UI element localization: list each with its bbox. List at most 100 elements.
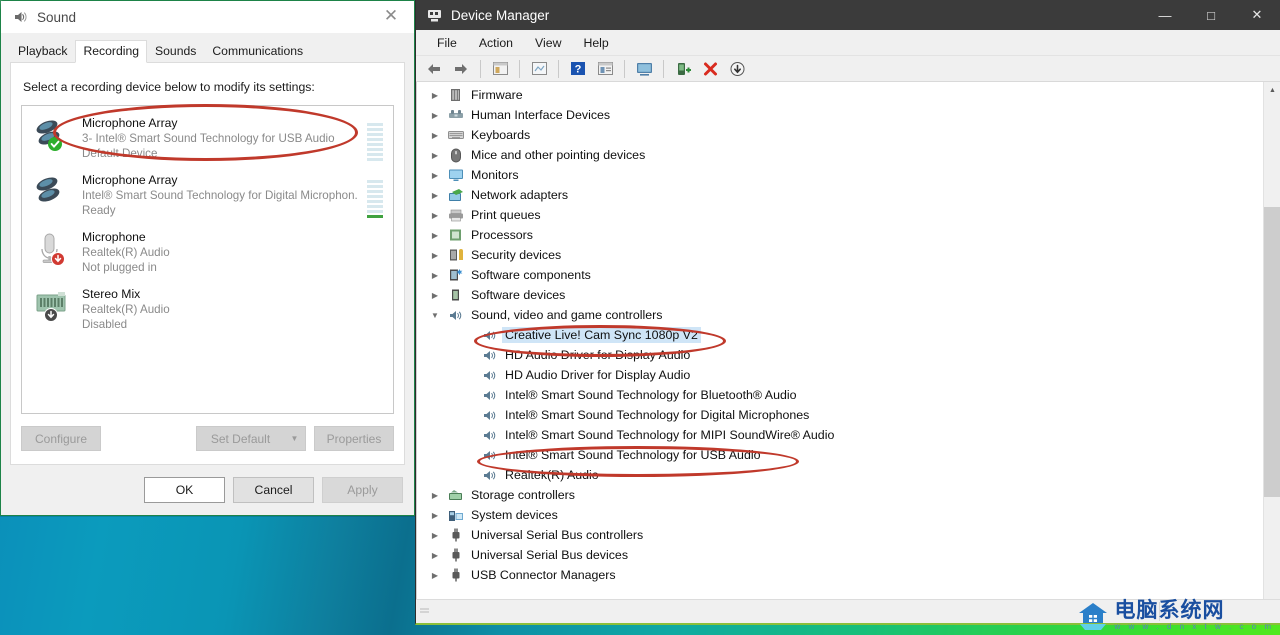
chevron-right-icon[interactable]: ▶: [429, 205, 441, 225]
tree-item-universal-serial-bus-controllers[interactable]: ▶ Universal Serial Bus controllers: [417, 525, 1263, 545]
chevron-right-icon[interactable]: ▶: [429, 145, 441, 165]
chevron-right-icon[interactable]: ▶: [429, 485, 441, 505]
window-controls: — □ ✕: [1142, 0, 1280, 30]
tree-item-firmware[interactable]: ▶ Firmware: [417, 85, 1263, 105]
tree-item-hd-audio-driver-for-display-audio-1[interactable]: HD Audio Driver for Display Audio: [417, 345, 1263, 365]
toolbar-separator: [558, 59, 559, 78]
chevron-down-icon[interactable]: ▼: [429, 305, 441, 325]
device-text: Microphone Array 3- Intel® Smart Sound T…: [82, 114, 367, 161]
chevron-right-icon[interactable]: ▶: [429, 105, 441, 125]
recording-device-list[interactable]: Microphone Array 3- Intel® Smart Sound T…: [21, 105, 394, 414]
device-status: Disabled: [82, 318, 128, 331]
help-icon[interactable]: ?: [566, 58, 590, 80]
tree-item-system-devices[interactable]: ▶ System devices: [417, 505, 1263, 525]
device-manager-icon: [426, 7, 443, 24]
chevron-right-icon[interactable]: ▶: [429, 225, 441, 245]
tree-item-realtek-audio[interactable]: Realtek(R) Audio: [417, 465, 1263, 485]
tree-item-processors[interactable]: ▶ Processors: [417, 225, 1263, 245]
tree-item-intel-smart-sound-technology-for-mipi-soundwire-audio[interactable]: Intel® Smart Sound Technology for MIPI S…: [417, 425, 1263, 445]
tab-sounds[interactable]: Sounds: [147, 40, 204, 62]
chevron-down-icon[interactable]: ▼: [284, 426, 306, 451]
chevron-right-icon[interactable]: ▶: [429, 165, 441, 185]
disable-device-icon[interactable]: [725, 58, 749, 80]
tree-item-label: Print queues: [471, 208, 541, 222]
tree-item-label: Human Interface Devices: [471, 108, 611, 122]
chevron-right-icon[interactable]: ▶: [429, 245, 441, 265]
tree-item-label: Monitors: [471, 168, 519, 182]
watermark-text: 电脑系统网 w w w . d n x t w . c o m: [1115, 600, 1274, 631]
cancel-button[interactable]: Cancel: [233, 477, 314, 503]
chevron-right-icon[interactable]: ▶: [429, 505, 441, 525]
tree-item-label: Software components: [471, 268, 591, 282]
tree-item-intel-smart-sound-technology-for-usb-audio[interactable]: Intel® Smart Sound Technology for USB Au…: [417, 445, 1263, 465]
tree-item-universal-serial-bus-devices[interactable]: ▶ Universal Serial Bus devices: [417, 545, 1263, 565]
uninstall-device-icon[interactable]: [698, 58, 722, 80]
chevron-right-icon[interactable]: ▶: [429, 185, 441, 205]
menu-file[interactable]: File: [428, 33, 466, 53]
tree-item-human-interface-devices[interactable]: ▶ Human Interface Devices: [417, 105, 1263, 125]
sound-dialog-body: Playback Recording Sounds Communications…: [1, 33, 414, 515]
tree-item-sound-video-and-game-controllers[interactable]: ▼ Sound, video and game controllers: [417, 305, 1263, 325]
tree-item-security-devices[interactable]: ▶ Security devices: [417, 245, 1263, 265]
list-item[interactable]: Stereo Mix Realtek(R) Audio Disabled: [22, 277, 393, 334]
tree-item-usb-connector-managers[interactable]: ▶ USB Connector Managers: [417, 565, 1263, 585]
set-default-split-button[interactable]: Set Default ▼: [196, 426, 306, 451]
tree-item-creative-live-cam-sync-1080p-v2[interactable]: Creative Live! Cam Sync 1080p V2: [417, 325, 1263, 345]
apply-button[interactable]: Apply: [322, 477, 403, 503]
audio-device-icon: [481, 327, 498, 343]
tab-recording[interactable]: Recording: [75, 40, 148, 63]
tree-scrollbar[interactable]: ▲: [1263, 82, 1280, 599]
back-arrow-icon[interactable]: [422, 58, 446, 80]
list-item[interactable]: Microphone Array Intel® Smart Sound Tech…: [22, 163, 393, 220]
tree-item-network-adapters[interactable]: ▶ Network adapters: [417, 185, 1263, 205]
forward-arrow-icon[interactable]: [449, 58, 473, 80]
tree-item-software-components[interactable]: ▶ Software components: [417, 265, 1263, 285]
chevron-right-icon[interactable]: ▶: [429, 265, 441, 285]
menu-help[interactable]: Help: [574, 33, 617, 53]
tree-item-hd-audio-driver-for-display-audio-2[interactable]: HD Audio Driver for Display Audio: [417, 365, 1263, 385]
tree-item-software-devices[interactable]: ▶ Software devices: [417, 285, 1263, 305]
device-name: Microphone Array: [82, 173, 178, 187]
recording-tab-panel: Select a recording device below to modif…: [10, 62, 405, 465]
device-tree[interactable]: ▶ Firmware ▶ Human Interface Devices ▶ K…: [417, 82, 1263, 599]
tab-communications[interactable]: Communications: [204, 40, 311, 62]
close-icon[interactable]: ✕: [1234, 0, 1280, 30]
menu-action[interactable]: Action: [470, 33, 522, 53]
chevron-right-icon[interactable]: ▶: [429, 545, 441, 565]
list-item[interactable]: Microphone Array 3- Intel® Smart Sound T…: [22, 106, 393, 163]
update-driver-icon[interactable]: [593, 58, 617, 80]
tree-item-monitors[interactable]: ▶ Monitors: [417, 165, 1263, 185]
close-icon[interactable]: ✕: [370, 1, 412, 31]
chevron-right-icon[interactable]: ▶: [429, 525, 441, 545]
maximize-icon[interactable]: □: [1188, 0, 1234, 30]
processor-icon: [447, 227, 464, 243]
chevron-right-icon[interactable]: ▶: [429, 85, 441, 105]
tree-item-intel-smart-sound-technology-for-digital-microphones[interactable]: Intel® Smart Sound Technology for Digita…: [417, 405, 1263, 425]
menu-view[interactable]: View: [526, 33, 570, 53]
minimize-icon[interactable]: —: [1142, 0, 1188, 30]
chevron-right-icon[interactable]: ▶: [429, 125, 441, 145]
scroll-up-icon[interactable]: ▲: [1264, 82, 1280, 99]
tree-item-label: USB Connector Managers: [471, 568, 616, 582]
tree-item-mice-and-other-pointing-devices[interactable]: ▶ Mice and other pointing devices: [417, 145, 1263, 165]
tree-item-print-queues[interactable]: ▶ Print queues: [417, 205, 1263, 225]
ok-button[interactable]: OK: [144, 477, 225, 503]
add-legacy-hardware-icon[interactable]: [671, 58, 695, 80]
properties-button[interactable]: Properties: [314, 426, 394, 451]
tree-item-label: Processors: [471, 228, 533, 242]
tree-item-keyboards[interactable]: ▶ Keyboards: [417, 125, 1263, 145]
configure-button[interactable]: Configure: [21, 426, 101, 451]
tree-item-storage-controllers[interactable]: ▶ Storage controllers: [417, 485, 1263, 505]
scrollbar-thumb[interactable]: [1264, 207, 1280, 497]
set-default-button[interactable]: Set Default: [196, 426, 284, 451]
keyboard-icon: [447, 127, 464, 143]
chevron-right-icon[interactable]: ▶: [429, 285, 441, 305]
chevron-right-icon[interactable]: ▶: [429, 565, 441, 585]
tree-item-intel-smart-sound-technology-for-bluetooth-audio[interactable]: Intel® Smart Sound Technology for Blueto…: [417, 385, 1263, 405]
show-hide-console-tree-icon[interactable]: [488, 58, 512, 80]
scan-hardware-changes-icon[interactable]: [632, 58, 656, 80]
properties-icon[interactable]: [527, 58, 551, 80]
tree-item-label: Realtek(R) Audio: [505, 468, 599, 482]
list-item[interactable]: Microphone Realtek(R) Audio Not plugged …: [22, 220, 393, 277]
tab-playback[interactable]: Playback: [10, 40, 75, 62]
